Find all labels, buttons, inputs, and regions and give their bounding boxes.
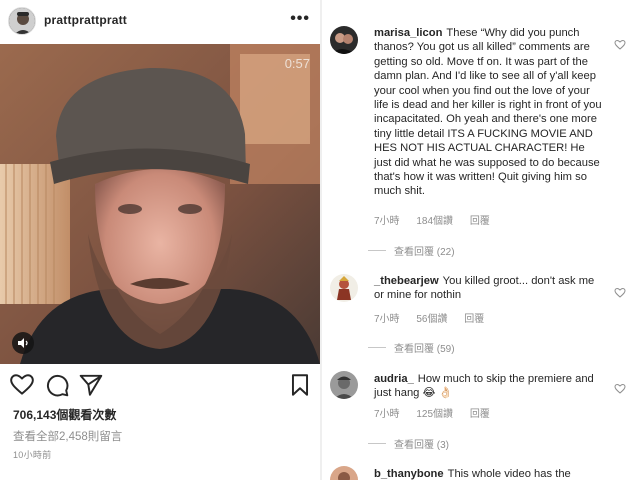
commenter-username[interactable]: audria_ — [374, 373, 414, 385]
view-all-comments-link[interactable]: 查看全部2,458則留言 — [13, 428, 122, 444]
post-timestamp: 10小時前 — [13, 450, 52, 460]
view-count: 706,143個觀看次數 — [13, 408, 117, 422]
post-author-username[interactable]: prattprattpratt — [44, 13, 127, 27]
comment-time: 7小時 — [374, 409, 400, 420]
comment-text: _thebearjew You killed groot... don't ask… — [374, 274, 604, 303]
comments-panel: marisa_licon These “Why did you punch tha… — [322, 0, 640, 480]
comment-icon[interactable] — [44, 372, 70, 398]
comment-meta: 7小時 125個讚 回覆 — [374, 405, 504, 420]
post-header: prattprattpratt ••• — [0, 0, 320, 44]
comment-body: This whole video has the — [447, 468, 571, 480]
replies-line — [368, 443, 386, 444]
comment-like-heart-icon[interactable] — [614, 286, 626, 298]
commenter-username[interactable]: marisa_licon — [374, 27, 442, 39]
view-replies-label: 查看回覆 (59) — [394, 344, 455, 355]
bookmark-icon[interactable] — [287, 372, 313, 398]
comment-likes[interactable]: 125個讚 — [416, 409, 453, 420]
comment-like-heart-icon[interactable] — [614, 382, 626, 394]
comment-time: 7小時 — [374, 216, 400, 227]
commenter-avatar[interactable] — [330, 26, 358, 54]
commenter-username[interactable]: b_thanybone — [374, 468, 444, 480]
more-options-icon[interactable]: ••• — [290, 10, 310, 28]
post-author-avatar[interactable] — [8, 7, 36, 35]
comment-time: 7小時 — [374, 314, 400, 325]
video-player[interactable]: 0:57 — [0, 44, 320, 364]
video-timer: 0:57 — [284, 56, 310, 71]
view-replies-link[interactable]: 查看回覆 (59) — [368, 340, 455, 355]
replies-line — [368, 347, 386, 348]
reply-button[interactable]: 回覆 — [464, 314, 484, 325]
comment-text: audria_ How much to skip the premiere and… — [374, 372, 604, 401]
view-replies-label: 查看回覆 (22) — [394, 247, 455, 258]
commenter-username[interactable]: _thebearjew — [374, 275, 439, 287]
view-replies-label: 查看回覆 (3) — [394, 440, 449, 451]
video-frame — [0, 44, 320, 364]
comment-likes[interactable]: 184個讚 — [416, 216, 453, 227]
view-replies-link[interactable]: 查看回覆 (22) — [368, 243, 455, 258]
reply-button[interactable]: 回覆 — [470, 216, 490, 227]
comment-meta: 7小時 56個讚 回覆 — [374, 310, 498, 325]
comment-body: These “Why did you punch thanos? You got… — [374, 27, 602, 198]
comment-text: b_thanybone This whole video has the — [374, 467, 604, 480]
replies-line — [368, 250, 386, 251]
commenter-avatar[interactable] — [330, 274, 358, 302]
post-panel: prattprattpratt ••• 0:57 706,143個觀看次數 查看… — [0, 0, 320, 480]
reply-button[interactable]: 回覆 — [470, 409, 490, 420]
post-actions — [0, 372, 320, 400]
share-icon[interactable] — [78, 372, 104, 398]
view-replies-link[interactable]: 查看回覆 (3) — [368, 436, 449, 451]
comment-text: marisa_licon These “Why did you punch tha… — [374, 26, 604, 199]
commenter-avatar[interactable] — [330, 466, 358, 480]
comment-like-heart-icon[interactable] — [614, 38, 626, 50]
comment-likes[interactable]: 56個讚 — [416, 314, 447, 325]
heart-icon[interactable] — [9, 372, 35, 398]
mute-icon[interactable] — [12, 332, 34, 354]
commenter-avatar[interactable] — [330, 371, 358, 399]
comment-meta: 7小時 184個讚 回覆 — [374, 212, 504, 227]
